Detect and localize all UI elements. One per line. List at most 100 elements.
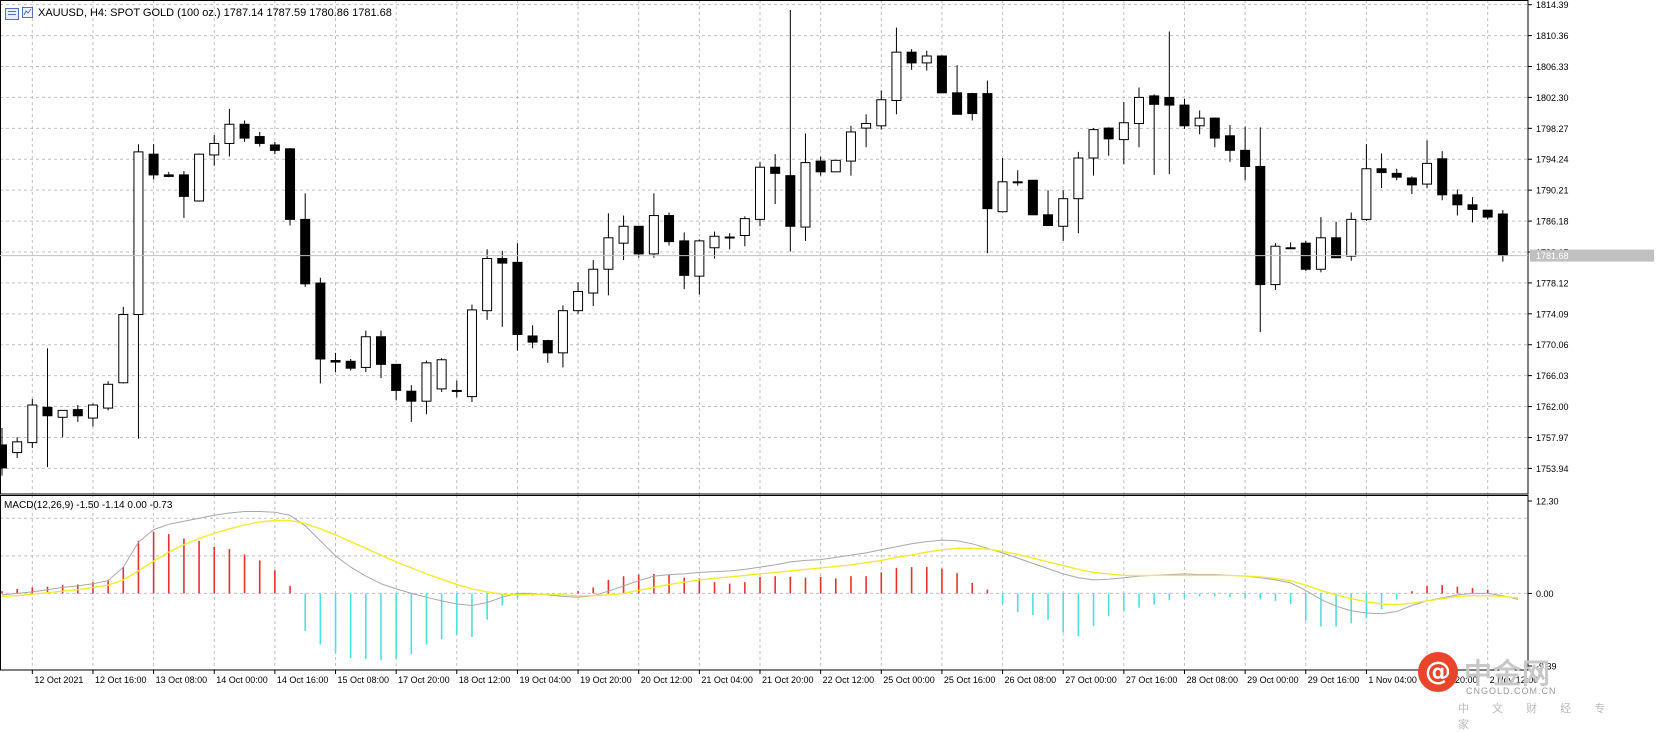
price-pane-frame [0, 0, 1529, 495]
candle-bear [1406, 177, 1417, 186]
candle-bear [42, 406, 53, 417]
candle-bull [1270, 245, 1281, 286]
candle-bear [178, 174, 189, 197]
candle-bear [72, 409, 83, 417]
candle-bear [1331, 237, 1342, 259]
candle-bear [163, 174, 174, 177]
candle-bear [815, 160, 826, 173]
candle-bear [1012, 181, 1023, 184]
candle-bear [906, 51, 917, 64]
candle-bear [1391, 172, 1402, 178]
candle-bear [406, 390, 417, 402]
candlestick-series [0, 9, 1508, 476]
candle-bull [800, 162, 811, 228]
candle-bear [1103, 127, 1114, 140]
price-tick-label: 1806.33 [1536, 62, 1569, 72]
candle-bull [618, 225, 629, 244]
candle-bull [1361, 168, 1372, 220]
macd-histogram [1, 531, 1489, 661]
candle-bear [1300, 242, 1311, 270]
candle-bull [1346, 218, 1357, 257]
candle-bull [739, 218, 750, 236]
time-tick-label: 12 Oct 2021 [34, 675, 83, 685]
price-axis: 1814.39 1810.36 1806.33 1802.30 1798.27 1794.… [1528, 0, 1569, 474]
macd-axis: 12.300.00-9.39 [1528, 497, 1559, 672]
price-tick-label: 1786.18 [1536, 217, 1569, 227]
candle-bear [527, 335, 538, 343]
time-axis: 12 Oct 2021 12 Oct 16:00 13 Oct 08:00 14 Oc… [31, 670, 1538, 685]
candle-bull [1422, 162, 1433, 185]
candle-bull [224, 123, 235, 144]
candle-bear [391, 363, 402, 391]
chart-type-icon[interactable] [22, 7, 33, 18]
time-tick-label: 26 Oct 08:00 [1005, 675, 1057, 685]
macd-tick-label: 0.00 [1536, 589, 1554, 599]
time-tick-label: 29 Oct 16:00 [1308, 675, 1360, 685]
logo-site: CNGOLD.COM.CN [1466, 686, 1557, 696]
candle-bull [1315, 237, 1326, 270]
candle-bear [315, 282, 326, 360]
candle-bear [269, 144, 280, 151]
time-tick-label: 27 Oct 00:00 [1065, 675, 1117, 685]
price-grid [0, 0, 1528, 494]
candle-bull [209, 142, 220, 156]
candle-bull [421, 362, 432, 402]
time-tick-label: 25 Oct 16:00 [944, 675, 996, 685]
candle-bear [1164, 96, 1175, 106]
candle-bull [891, 51, 902, 101]
chart-canvas: 1814.39 1810.36 1806.33 1802.30 1798.27 1794.… [0, 0, 1654, 685]
candle-bull [482, 258, 493, 312]
symbol-info-line: XAUUSD, H4: SPOT GOLD (100 oz.) 1787.14 … [38, 7, 392, 19]
time-tick-label: 25 Oct 00:00 [883, 675, 935, 685]
candle-bear [982, 93, 993, 210]
time-tick-label: 14 Oct 16:00 [277, 675, 329, 685]
time-tick-label: 28 Oct 08:00 [1186, 675, 1238, 685]
candle-bull [133, 151, 144, 316]
chart-list-icon[interactable] [5, 8, 19, 20]
candle-bear [376, 336, 386, 365]
time-tick-label: 19 Oct 04:00 [519, 675, 571, 685]
candle-bull [694, 240, 705, 277]
time-tick-label: 21 Oct 04:00 [701, 675, 753, 685]
candle-bull [573, 290, 584, 312]
candle-bear [330, 360, 341, 363]
candle-bull [557, 310, 568, 354]
candle-bull [997, 181, 1008, 213]
candle-bear [952, 92, 963, 115]
candle-bear [1437, 158, 1448, 196]
time-tick-label: 15 Oct 08:00 [338, 675, 390, 685]
candle-bull [103, 383, 114, 409]
candle-bull [436, 359, 447, 390]
candle-bear [1467, 204, 1478, 210]
candle-bear [1452, 194, 1463, 206]
candle-bull [709, 235, 720, 249]
time-tick-label: 14 Oct 00:00 [216, 675, 268, 685]
candle-bull [648, 215, 659, 255]
candle-bull [1073, 157, 1084, 200]
current-price-marker: 1781.68 [0, 249, 1654, 262]
candle-bear [1240, 149, 1251, 167]
candle-bear [512, 261, 523, 335]
candle-bear [1027, 179, 1038, 216]
price-tick-label: 1757.97 [1536, 433, 1569, 443]
candle-bear [1149, 95, 1160, 105]
candle-bear [239, 123, 250, 139]
price-tick-label: 1798.27 [1536, 124, 1569, 134]
candle-bear [724, 236, 735, 239]
candle-bear [542, 340, 553, 354]
candle-bull [603, 237, 614, 270]
candle-bear [1224, 135, 1235, 151]
candle-bull [876, 99, 887, 127]
candle-bull [194, 153, 205, 202]
time-tick-label: 27 Oct 16:00 [1126, 675, 1178, 685]
price-tick-label: 1753.94 [1536, 464, 1569, 474]
candle-bull [360, 336, 371, 368]
candle-bull [57, 409, 68, 418]
price-tick-label: 1790.21 [1536, 186, 1569, 196]
candle-bull [861, 123, 872, 129]
candle-bear [285, 148, 296, 220]
candle-bear [254, 136, 265, 144]
candle-bear [1043, 214, 1054, 227]
candle-bull [845, 131, 856, 162]
macd-info-line: MACD(12,26,9) -1.50 -1.14 0.00 -0.73 [4, 500, 173, 511]
